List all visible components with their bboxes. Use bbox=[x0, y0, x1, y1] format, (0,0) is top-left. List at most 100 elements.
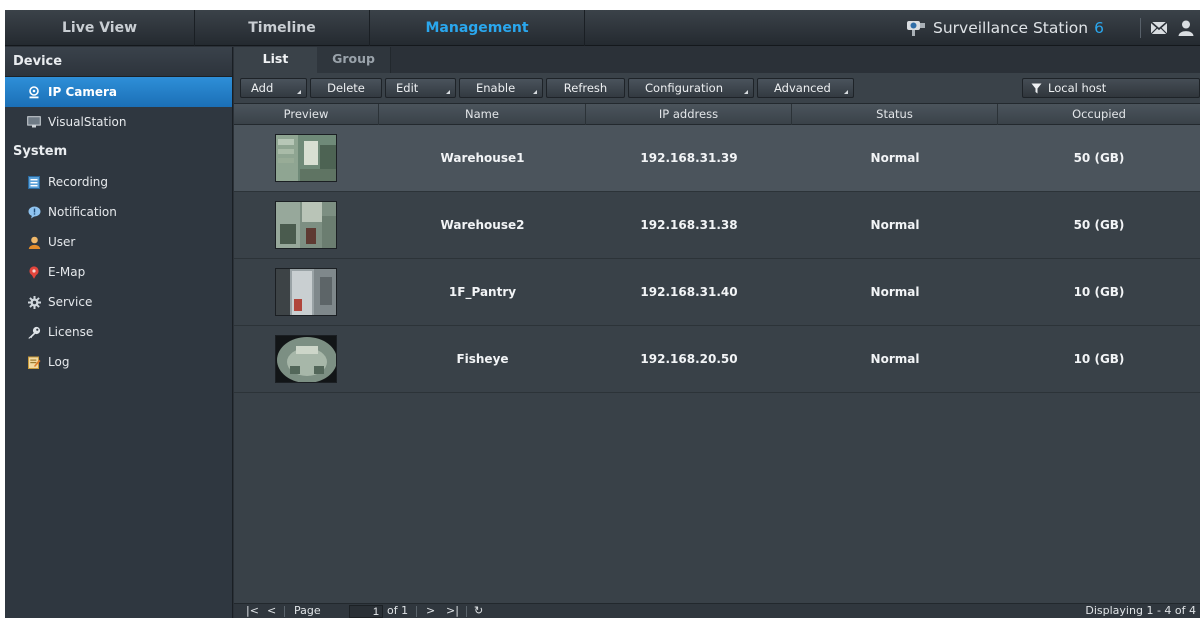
dropdown-arrow-icon bbox=[533, 90, 537, 94]
sidebar-item-notification[interactable]: Notification bbox=[5, 197, 232, 227]
camera-preview-thumbnail[interactable] bbox=[275, 268, 337, 316]
camera-status: Normal bbox=[870, 151, 920, 165]
camera-icon bbox=[27, 85, 41, 99]
host-filter[interactable]: Local host bbox=[1022, 78, 1200, 98]
pager-bar: |< < Page of 1 > >| ↻ Displaying 1 - 4 o… bbox=[234, 603, 1200, 618]
sidebar-item-log[interactable]: Log bbox=[5, 347, 232, 377]
delete-button-label: Delete bbox=[327, 81, 365, 95]
configuration-button-label: Configuration bbox=[645, 81, 723, 95]
refresh-button-label: Refresh bbox=[563, 81, 608, 95]
map-pin-icon bbox=[27, 265, 41, 279]
sidebar-item-label: User bbox=[48, 235, 76, 249]
camera-ip: 192.168.31.40 bbox=[640, 285, 738, 299]
column-occupied[interactable]: Occupied bbox=[998, 104, 1200, 125]
last-page-icon[interactable]: >| bbox=[446, 604, 459, 618]
surveillance-logo-icon bbox=[907, 21, 925, 36]
prev-page-icon[interactable]: < bbox=[267, 604, 276, 618]
next-page-icon[interactable]: > bbox=[426, 604, 435, 618]
tab-group[interactable]: Group bbox=[317, 47, 391, 73]
table-row[interactable]: Warehouse1 192.168.31.39 Normal 50 (GB) bbox=[234, 125, 1200, 192]
add-button-label: Add bbox=[251, 81, 274, 95]
sidebar-item-visualstation[interactable]: VisualStation bbox=[5, 107, 232, 137]
messages-icon[interactable] bbox=[1150, 19, 1168, 37]
camera-table: Warehouse1 192.168.31.39 Normal 50 (GB) bbox=[234, 125, 1200, 603]
nav-tab-management[interactable]: Management bbox=[370, 10, 585, 46]
pager: |< < Page of 1 > >| ↻ Displaying 1 - 4 o… bbox=[234, 603, 1200, 618]
user-icon bbox=[27, 235, 41, 249]
table-row[interactable]: Fisheye 192.168.20.50 Normal 10 (GB) bbox=[234, 326, 1200, 393]
column-name[interactable]: Name bbox=[379, 104, 586, 125]
log-icon bbox=[27, 355, 41, 369]
displaying-count: Displaying 1 - 4 of 4 bbox=[1085, 604, 1196, 617]
camera-occupied: 10 (GB) bbox=[1073, 352, 1125, 366]
column-ip-address[interactable]: IP address bbox=[586, 104, 792, 125]
add-button[interactable]: Add bbox=[240, 78, 307, 98]
camera-occupied: 10 (GB) bbox=[1073, 285, 1125, 299]
camera-status: Normal bbox=[870, 218, 920, 232]
configuration-button[interactable]: Configuration bbox=[628, 78, 754, 98]
sidebar-item-label: Recording bbox=[48, 175, 109, 189]
camera-preview-image bbox=[276, 269, 336, 315]
sidebar-item-label: Log bbox=[48, 355, 70, 369]
brand-name: Surveillance Station bbox=[933, 19, 1089, 37]
enable-button[interactable]: Enable bbox=[459, 78, 543, 98]
tab-list[interactable]: List bbox=[234, 47, 317, 73]
camera-name: Fisheye bbox=[456, 352, 509, 366]
pager-divider bbox=[284, 606, 285, 617]
reload-icon[interactable]: ↻ bbox=[474, 604, 483, 618]
pager-divider bbox=[466, 606, 467, 617]
dropdown-arrow-icon bbox=[297, 90, 301, 94]
sidebar-item-ip-camera[interactable]: IP Camera bbox=[5, 77, 232, 107]
column-preview[interactable]: Preview bbox=[234, 104, 379, 125]
camera-preview-thumbnail[interactable] bbox=[275, 201, 337, 249]
advanced-button-label: Advanced bbox=[774, 81, 831, 95]
dropdown-arrow-icon bbox=[744, 90, 748, 94]
sidebar-item-e-map[interactable]: E-Map bbox=[5, 257, 232, 287]
sidebar-item-recording[interactable]: Recording bbox=[5, 167, 232, 197]
camera-name: 1F_Pantry bbox=[448, 285, 517, 299]
camera-occupied: 50 (GB) bbox=[1073, 151, 1125, 165]
page-number-input[interactable] bbox=[349, 605, 383, 618]
edit-button[interactable]: Edit bbox=[385, 78, 456, 98]
refresh-button[interactable]: Refresh bbox=[546, 78, 625, 98]
dropdown-arrow-icon bbox=[446, 90, 450, 94]
sidebar-item-service[interactable]: Service bbox=[5, 287, 232, 317]
monitor-icon bbox=[27, 115, 41, 129]
sidebar-item-user[interactable]: User bbox=[5, 227, 232, 257]
edit-button-label: Edit bbox=[396, 81, 419, 95]
column-status[interactable]: Status bbox=[792, 104, 998, 125]
toolbar: Add Delete Edit Enable Refresh Configura… bbox=[234, 73, 1200, 103]
camera-status: Normal bbox=[870, 352, 920, 366]
app-brand: Surveillance Station 6 bbox=[905, 10, 1104, 46]
sidebar-item-label: License bbox=[48, 325, 94, 339]
dropdown-arrow-icon bbox=[844, 90, 848, 94]
gear-icon bbox=[27, 295, 41, 309]
table-row[interactable]: 1F_Pantry 192.168.31.40 Normal 10 (GB) bbox=[234, 259, 1200, 326]
sidebar-item-label: IP Camera bbox=[48, 85, 117, 99]
app-window: Live View Timeline Management Surveillan… bbox=[5, 10, 1200, 618]
sidebar-item-label: VisualStation bbox=[48, 115, 127, 129]
nav-tab-live-view[interactable]: Live View bbox=[5, 10, 195, 46]
first-page-icon[interactable]: |< bbox=[246, 604, 259, 618]
pager-divider bbox=[416, 606, 417, 617]
camera-ip: 192.168.31.39 bbox=[640, 151, 738, 165]
sidebar-item-label: E-Map bbox=[48, 265, 86, 279]
sub-tabs: List Group bbox=[234, 47, 1200, 73]
camera-preview-image bbox=[276, 336, 336, 382]
filter-icon bbox=[1031, 83, 1042, 93]
camera-preview-thumbnail[interactable] bbox=[275, 134, 337, 182]
page-of-label: of 1 bbox=[387, 604, 409, 617]
sidebar-item-license[interactable]: License bbox=[5, 317, 232, 347]
table-row[interactable]: Warehouse2 192.168.31.38 Normal 50 (GB) bbox=[234, 192, 1200, 259]
delete-button[interactable]: Delete bbox=[310, 78, 382, 98]
advanced-button[interactable]: Advanced bbox=[757, 78, 854, 98]
recording-icon bbox=[27, 175, 41, 189]
camera-preview-thumbnail[interactable] bbox=[275, 335, 337, 383]
sidebar-item-label: Service bbox=[48, 295, 93, 309]
nav-divider bbox=[1140, 18, 1141, 38]
camera-ip: 192.168.31.38 bbox=[640, 218, 738, 232]
user-account-icon[interactable] bbox=[1177, 19, 1195, 37]
key-icon bbox=[27, 325, 41, 339]
nav-tab-timeline[interactable]: Timeline bbox=[195, 10, 370, 46]
camera-preview-image bbox=[276, 135, 336, 181]
